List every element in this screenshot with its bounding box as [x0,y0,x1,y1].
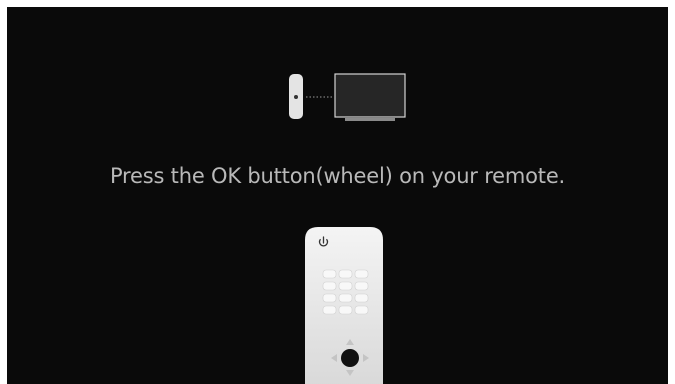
tv-screen: Press the OK button(wheel) on your remot… [7,7,668,384]
instruction-text: Press the OK button(wheel) on your remot… [109,164,566,188]
ok-wheel-icon [341,349,359,367]
magic-remote-icon[interactable] [304,226,384,384]
tv-icon [334,73,406,121]
remote-to-tv-icon [289,73,406,121]
